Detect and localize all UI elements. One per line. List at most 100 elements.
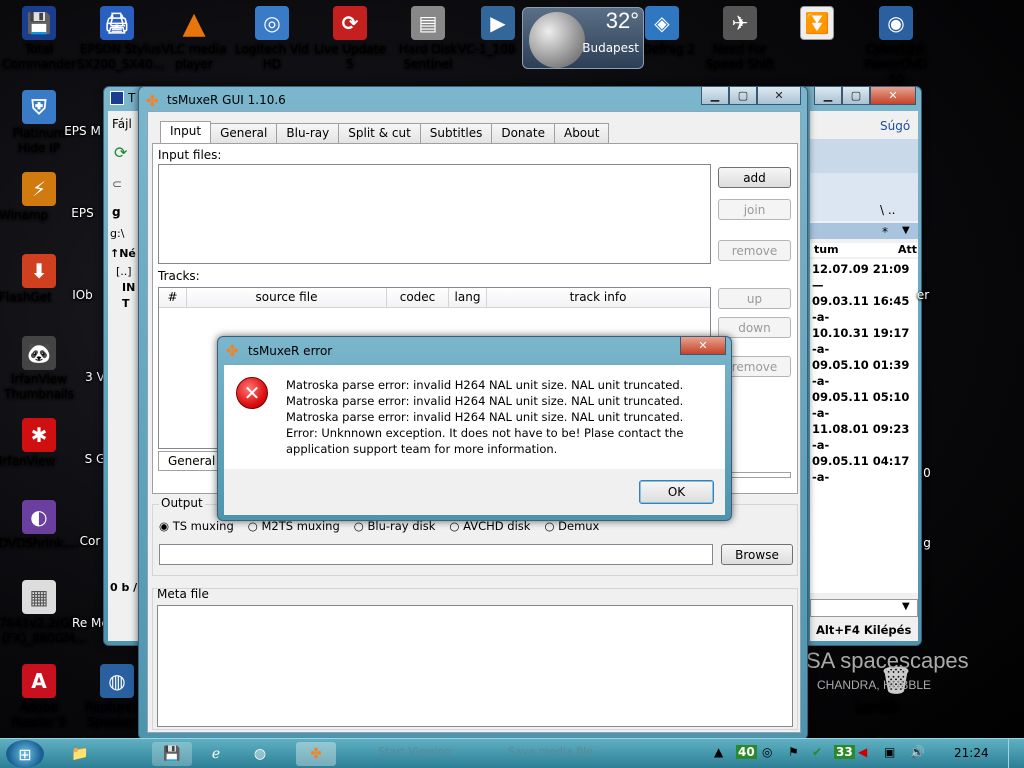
desktop-icon-adobe-reader[interactable]: A Adobe Reader 9 [0,664,79,729]
tab-donate[interactable]: Donate [491,123,555,143]
desktop-icon-flashget[interactable]: ⬇ FlashGet [0,254,79,304]
desktop-icon-epson[interactable]: 🖨 EPSON Stylus SX200_SX40... [77,6,164,71]
tab-input[interactable]: Input [160,121,212,143]
tsmuxer-taskbar-icon[interactable]: ✤ [296,742,336,766]
tray-app-icon[interactable]: ◎ [762,745,772,759]
tray-badge[interactable]: 40 [736,745,757,759]
maximize-button[interactable]: ▢ [842,87,870,105]
radio-ts[interactable]: ◉ TS muxing [159,519,234,533]
exit-hint[interactable]: Alt+F4 Kilépés [816,623,911,637]
tab-subtitles[interactable]: Subtitles [419,123,493,143]
desktop-icon-dvdshrink[interactable]: ◐ DVDShrink.... [0,500,79,550]
chevron-down-icon[interactable]: ▼ [902,601,910,612]
radio-m2ts[interactable]: ○ M2TS muxing [248,519,340,533]
network-icon[interactable]: ▣ [884,745,895,759]
desktop-icon-platinum-hide-ip[interactable]: ⛨ Platinum Hide IP [0,90,79,155]
desktop-icon-hd-sentinel[interactable]: ▤ Hard Disk Sentinel [388,6,468,71]
drive-icon[interactable]: ⊂ [112,177,122,191]
desktop-icon-live-update[interactable]: ⟳ Live Update 5 [310,6,390,71]
tray-alert-icon[interactable]: ◀ [858,745,867,759]
chevron-down-icon[interactable]: ▼ [902,225,910,236]
radio-demux[interactable]: ○ Demux [544,519,599,533]
desktop-icon-document[interactable]: ▦ 7641v2.2(G5...(FX)_880GM... [0,580,89,645]
desktop-icon-download[interactable]: ⏬ [777,6,857,42]
meta-file-text[interactable] [157,605,793,727]
column-header[interactable]: track info [487,288,709,307]
tray-badge[interactable]: 33 [834,745,855,759]
browse-button[interactable]: Browse [721,544,793,565]
meta-file-label: Meta file [157,587,209,601]
date-row[interactable]: 09.05.10 01:39 -a- [812,357,918,389]
tab-bluray[interactable]: Blu-ray [276,123,340,143]
date-row[interactable]: 09.03.11 16:45 -a- [812,293,918,325]
column-header[interactable]: lang [449,288,487,307]
app-taskbar-icon[interactable]: ◍ [240,742,280,766]
clock[interactable]: 21:24 [954,746,989,760]
tab-bar: Input General Blu-ray Split & cut Subtit… [160,121,610,143]
commander-taskbar-icon[interactable]: 💾 [152,742,192,766]
desktop-icon-label: Hard Disk Sentinel [398,42,458,71]
remove-file-button[interactable]: remove [718,240,791,261]
date-row[interactable]: 09.05.11 05:10 -a- [812,389,918,421]
file-row[interactable]: T [122,297,130,310]
minimize-button[interactable]: ▁ [701,87,729,105]
filter-field[interactable]: * [882,225,888,239]
flag-icon[interactable]: ⚑ [788,745,799,759]
desktop-icon-irfanview-thumbs[interactable]: 🐼 IrfanView Thumbnails [0,336,79,401]
file-row[interactable]: [..] [116,265,132,278]
tab-split-cut[interactable]: Split & cut [338,123,421,143]
desktop-icon-nfs-shift[interactable]: ✈ Need For Speed Shift [700,6,780,71]
close-button[interactable]: ✕ [757,87,801,105]
desktop-icon-total-commander[interactable]: 💾 Total Commander [0,6,79,71]
date-row[interactable]: 11.08.01 09:23 -a- [812,421,918,453]
download-arrows-icon: ⏬ [800,6,834,40]
desktop-icon-vlc[interactable]: ▲ VLC media player [154,6,234,71]
output-path-field[interactable] [159,544,713,565]
column-header[interactable]: codec [387,288,449,307]
close-button[interactable]: ✕ [870,87,916,105]
menu-help[interactable]: Súgó [880,119,910,133]
add-button[interactable]: add [718,167,791,188]
ie-taskbar-icon[interactable]: ℯ [196,742,236,766]
refresh-icon[interactable]: ⟳ [114,143,127,162]
date-row[interactable]: 10.10.31 19:17 -a- [812,325,918,357]
volume-icon[interactable]: 🔊 [910,745,925,759]
up-button[interactable]: up [718,288,791,309]
desktop-icon-logitech[interactable]: ◎ Logitech Vid HD [232,6,312,71]
column-header[interactable]: source file [187,288,387,307]
tray-check-icon[interactable]: ✔ [812,745,822,759]
error-dialog[interactable]: ✤ tsMuxeR error ✕ ✕ Matroska parse error… [217,336,732,521]
ok-button[interactable]: OK [639,480,714,504]
desktop-icon-winamp[interactable]: ⚡ Winamp [0,172,79,222]
minimize-button[interactable]: ▁ [814,87,842,105]
hard-disk-icon: ▤ [411,6,445,40]
desktop-icon-label: Lomtár [856,700,899,714]
file-row[interactable]: IN [122,281,135,294]
menu-file[interactable]: Fájl [112,117,132,131]
column-header[interactable]: # [159,288,187,307]
weather-gadget[interactable]: 32° Budapest [522,7,644,69]
start-button[interactable]: ⊞ [6,740,44,768]
tab-about[interactable]: About [553,123,610,143]
down-button[interactable]: down [718,317,791,338]
column-date-header[interactable]: tum [814,243,839,256]
join-button[interactable]: join [718,199,791,220]
radio-avchd[interactable]: ○ AVCHD disk [449,519,530,533]
date-row[interactable]: 12.07.09 21:09 — [812,261,918,293]
date-row[interactable]: 09.05.11 04:17 -a- [812,453,918,485]
desktop-icon-irfanview[interactable]: ✱ IrfanView [0,418,79,468]
explorer-taskbar-icon[interactable]: 📁 [60,742,100,766]
column-attr-header[interactable]: Att [898,243,917,256]
tab-general[interactable]: General [210,123,278,143]
radio-bluray[interactable]: ○ Blu-ray disk [354,519,436,533]
tray-arrow-icon[interactable]: ▲ [714,745,723,759]
drive-label[interactable]: g [112,205,121,219]
show-desktop-button[interactable] [1008,739,1024,768]
tracks-table-header: # source file codec lang track info [159,288,710,308]
close-button[interactable]: ✕ [680,337,726,355]
input-files-list[interactable] [158,164,711,264]
column-name-header[interactable]: ↑Né [110,247,136,260]
maximize-button[interactable]: ▢ [729,87,757,105]
speaker-icon: ◍ [100,664,134,698]
desktop-icon-powerdvd[interactable]: ◉ CyberLink PowerDVD 10 [856,6,936,86]
